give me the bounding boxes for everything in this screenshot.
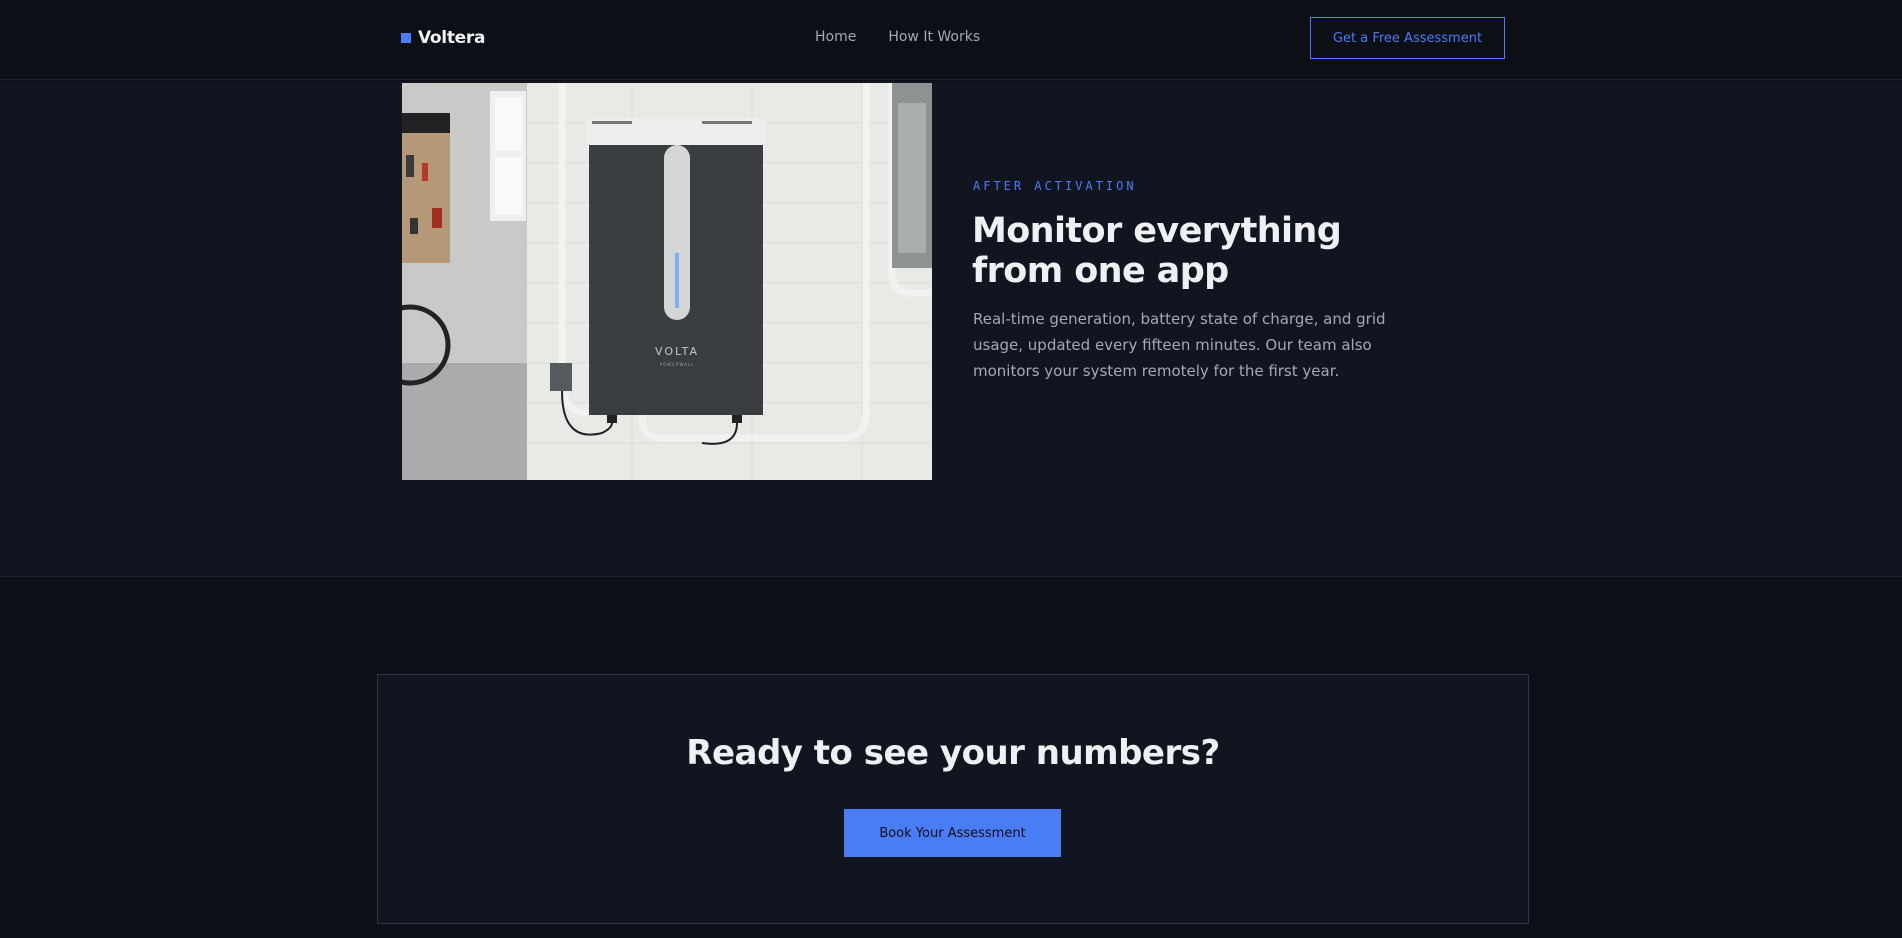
svg-text:VOLTA: VOLTA (655, 345, 699, 358)
brand-logo[interactable]: Voltera (401, 28, 485, 48)
section-headline: Monitor everything from one app (972, 211, 1342, 291)
battery-photo: VOLTA POWERWALL (402, 83, 932, 480)
section-description: Real-time generation, battery state of c… (973, 310, 1386, 380)
site-header: Voltera Home How It Works Get a Free Ass… (0, 0, 1902, 80)
book-assessment-button[interactable]: Book Your Assessment (844, 809, 1061, 857)
assessment-cta-section: Ready to see your numbers? Book Your Ass… (0, 578, 1902, 938)
get-free-assessment-button[interactable]: Get a Free Assessment (1310, 17, 1505, 59)
nav-link-home[interactable]: Home (815, 29, 856, 45)
brand-name: Voltera (418, 28, 486, 48)
nav-link-how-it-works[interactable]: How It Works (888, 29, 980, 45)
logo-square-icon (401, 33, 411, 43)
monitoring-feature-section: VOLTA POWERWALL AFTER ACTIVATION Monitor… (0, 81, 1902, 577)
section-eyebrow: AFTER ACTIVATION (973, 179, 1137, 193)
main-nav: Home How It Works (815, 29, 1012, 45)
cta-title: Ready to see your numbers? (686, 733, 1220, 773)
cta-card: Ready to see your numbers? Book Your Ass… (377, 674, 1529, 924)
svg-text:POWERWALL: POWERWALL (660, 362, 695, 367)
